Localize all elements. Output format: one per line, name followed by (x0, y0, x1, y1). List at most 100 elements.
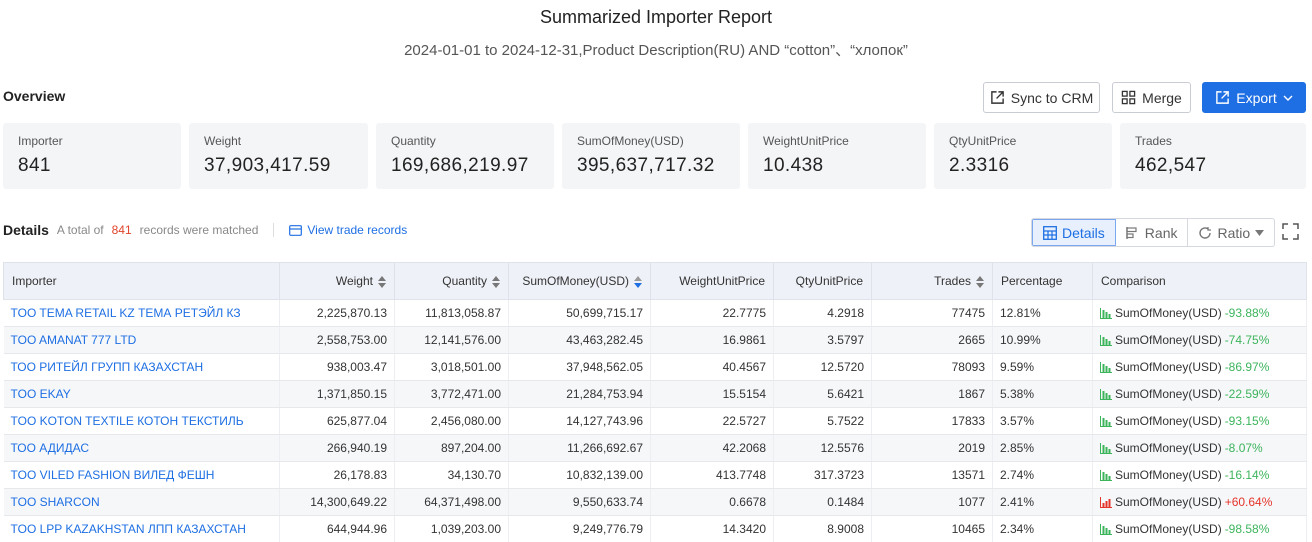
external-link-icon (990, 91, 1004, 104)
col-header-weight[interactable]: Weight (279, 262, 395, 300)
comparison-label: SumOfMoney(USD) (1115, 495, 1222, 509)
importer-link[interactable]: TOO LPP KAZAKHSTAN ЛПП КАЗАХСТАН (11, 522, 246, 536)
merge-button[interactable]: Merge (1112, 82, 1191, 113)
percentage-cell: 5.38% (992, 380, 1093, 408)
trend-down-icon (1100, 469, 1112, 481)
quantity-cell: 11,813,058.87 (394, 299, 509, 327)
qty-unit-price-cell: 0.1484 (773, 488, 872, 516)
trend-down-icon (1100, 334, 1112, 346)
importer-link[interactable]: ТОО АДИДАС (11, 441, 89, 455)
col-header-importer: Importer (3, 262, 280, 300)
stat-card-weight-unit-price: WeightUnitPrice 10.438 (748, 123, 926, 189)
trades-cell: 13571 (871, 461, 993, 489)
chevron-down-icon (1283, 95, 1293, 101)
weight-cell: 2,558,753.00 (279, 326, 395, 354)
sync-to-crm-label: Sync to CRM (1010, 89, 1094, 106)
weight-unit-price-cell: 413.7748 (650, 461, 774, 489)
percentage-cell-value: 2.41% (1000, 495, 1035, 509)
money-cell-value: 9,249,776.79 (572, 522, 643, 536)
money-cell: 50,699,715.17 (508, 299, 651, 327)
quantity-cell: 64,371,498.00 (394, 488, 509, 516)
comparison-label: SumOfMoney(USD) (1115, 360, 1222, 374)
table-row: TOO AMANAT 777 LTD 2,558,753.00 12,141,576… (3, 326, 1307, 354)
trend-down-icon (1100, 523, 1112, 535)
trades-cell: 17833 (871, 407, 993, 435)
tab-details[interactable]: Details (1032, 219, 1116, 246)
comparison-label: SumOfMoney(USD) (1115, 306, 1222, 320)
importer-link[interactable]: TOO KOTON TEXTILE КОТОН ТЕКСТИЛЬ (11, 414, 244, 428)
export-label: Export (1236, 89, 1277, 106)
weight-cell: 938,003.47 (279, 353, 395, 381)
qty-unit-price-cell: 12.5720 (773, 353, 872, 381)
trades-cell: 10465 (871, 515, 993, 542)
importer-cell: TOO LPP KAZAKHSTAN ЛПП КАЗАХСТАН (3, 515, 280, 542)
qty-unit-price-cell-value: 5.7522 (827, 414, 864, 428)
weight-cell-value: 625,877.04 (326, 414, 387, 428)
qty-unit-price-cell-value: 3.5797 (827, 333, 864, 347)
comparison-cell: SumOfMoney(USD) -16.14% (1092, 461, 1307, 489)
divider (273, 223, 275, 237)
percentage-cell: 10.99% (992, 326, 1093, 354)
importer-link[interactable]: ТОО РИТЕЙЛ ГРУПП КАЗАХСТАН (11, 360, 204, 374)
view-trade-records-link[interactable]: View trade records (289, 223, 407, 237)
qty-unit-price-cell-value: 5.6421 (827, 387, 864, 401)
view-toggle: Details Rank Ratio (1031, 218, 1276, 247)
trend-down-icon (1100, 307, 1112, 319)
tab-ratio[interactable]: Ratio (1188, 219, 1274, 246)
importer-link[interactable]: TOO EKAY (11, 387, 71, 401)
weight-unit-price-cell-value: 16.9861 (722, 333, 766, 347)
col-header-trades[interactable]: Trades (871, 262, 993, 300)
weight-unit-price-cell-value: 14.3420 (722, 522, 766, 536)
qty-unit-price-cell-value: 4.2918 (827, 306, 864, 320)
comparison-value: -16.14% (1224, 468, 1270, 482)
details-header: Details A total of 841 records were matc… (3, 222, 407, 238)
comparison: SumOfMoney(USD) -22.59% (1100, 387, 1299, 401)
weight-cell: 2,225,870.13 (279, 299, 395, 327)
money-cell: 9,550,633.74 (508, 488, 651, 516)
importer-link[interactable]: TOO SHARCON (11, 495, 100, 509)
money-cell-value: 11,266,692.67 (567, 441, 643, 455)
trades-cell-value: 1077 (958, 495, 985, 509)
fullscreen-icon[interactable] (1282, 223, 1299, 240)
importer-link[interactable]: TOO TEMA RETAIL KZ ТЕМА РЕТЭЙЛ КЗ (11, 306, 241, 320)
weight-unit-price-cell: 0.6678 (650, 488, 774, 516)
col-header-quantity[interactable]: Quantity (394, 262, 509, 300)
quantity-cell-value: 34,130.70 (447, 468, 501, 482)
comparison-value: -93.88% (1224, 306, 1270, 320)
export-button[interactable]: Export (1202, 82, 1306, 113)
qty-unit-price-cell: 3.5797 (773, 326, 872, 354)
table-row: TOO KOTON TEXTILE КОТОН ТЕКСТИЛЬ 625,877.… (3, 407, 1307, 435)
comparison-cell: SumOfMoney(USD) -93.15% (1092, 407, 1307, 435)
comparison-label: SumOfMoney(USD) (1115, 441, 1222, 455)
table-row: TOO LPP KAZAKHSTAN ЛПП КАЗАХСТАН 644,944.… (3, 515, 1307, 542)
stat-label: Weight (204, 134, 242, 148)
quantity-cell-value: 11,813,058.87 (425, 306, 501, 320)
trend-up-icon (1100, 496, 1112, 508)
overview-label: Overview (3, 88, 66, 104)
quantity-cell: 2,456,080.00 (394, 407, 509, 435)
quantity-cell: 897,204.00 (394, 434, 509, 462)
qty-unit-price-cell: 5.7522 (773, 407, 872, 435)
table-row: TOO EKAY 1,371,850.15 3,772,471.00 21,284,7… (3, 380, 1307, 408)
importer-cell: TOO EKAY (3, 380, 280, 408)
importer-cell: ТОО АДИДАС (3, 434, 280, 462)
qty-unit-price-cell-value: 8.9008 (827, 522, 864, 536)
report-title: Summarized Importer Report (539, 7, 773, 27)
table-header-row: Importer Weight Quantity SumOfMoney(USD)… (3, 262, 1307, 300)
importer-cell: TOO AMANAT 777 LTD (3, 326, 280, 354)
col-header-sum-of-money[interactable]: SumOfMoney(USD) (508, 262, 651, 300)
importer-link[interactable]: TOO VILED FASHION ВИЛЕД ФЕШН (11, 468, 215, 482)
percentage-cell: 9.59% (992, 353, 1093, 381)
sync-to-crm-button[interactable]: Sync to CRM (983, 82, 1100, 113)
quantity-cell: 34,130.70 (394, 461, 509, 489)
trades-cell: 2665 (871, 326, 993, 354)
comparison-value: -93.15% (1224, 414, 1270, 428)
tab-rank[interactable]: Rank (1116, 219, 1189, 246)
weight-unit-price-cell-value: 0.6678 (729, 495, 766, 509)
money-cell-value: 21,284,753.94 (566, 387, 643, 401)
stat-card-importer: Importer 841 (3, 123, 181, 189)
comparison-cell: SumOfMoney(USD) -93.88% (1092, 299, 1307, 327)
trades-cell-value: 2019 (958, 441, 985, 455)
importer-link[interactable]: TOO AMANAT 777 LTD (11, 333, 137, 347)
tab-rank-label: Rank (1144, 224, 1178, 241)
